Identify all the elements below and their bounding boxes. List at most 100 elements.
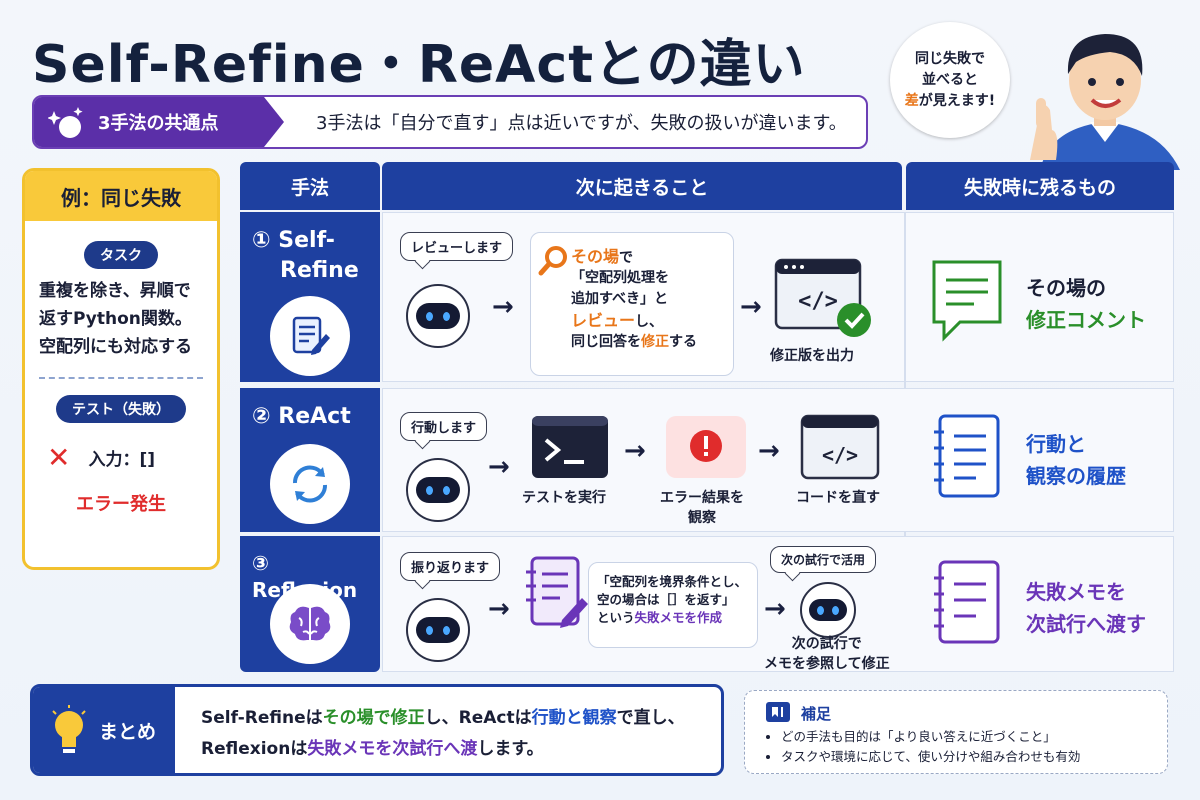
- svg-text:</>: </>: [822, 443, 858, 467]
- speech-reflect: 振り返ります: [400, 552, 501, 581]
- leftover-line: 失敗メモを: [1026, 580, 1126, 604]
- book-icon: [766, 702, 790, 722]
- method-self-refine: ① Self- Refine: [240, 212, 380, 382]
- step-observe: エラー結果を 観察: [660, 488, 744, 529]
- supplement-list: どの手法も目的は「より良い答えに近づくこと」 タスクや環境に応じて、使い分けや組…: [781, 727, 1080, 767]
- example-header: 例：同じ失敗: [25, 171, 217, 221]
- method-name: ② ReAct: [252, 404, 351, 429]
- common-point-bar: 3手法の共通点 3手法は「自分で直す」点は近いですが、失敗の扱いが違います。: [32, 95, 868, 149]
- summary-box: まとめ Self-Refineはその場で修正し、ReActは行動と観察で直し、 …: [30, 684, 724, 776]
- next-line: メモを参照して修正: [764, 656, 890, 673]
- card-highlight: 修正: [641, 334, 669, 351]
- result-caption: 修正版を出力: [770, 348, 854, 364]
- cycle-icon: [270, 444, 350, 524]
- card-line: 追加すべき」と: [571, 290, 669, 307]
- task-pill: タスク: [84, 241, 158, 269]
- header-left: 失敗時に残るもの: [906, 162, 1174, 210]
- memo-card: 「空配列を境界条件とし、 空の場合は［］を返す」 という失敗メモを作成: [588, 562, 758, 648]
- leftover-self-refine: その場の 修正コメント: [1026, 272, 1146, 336]
- memo-highlight: 失敗メモを作成: [634, 610, 723, 626]
- next-line: 次の試行で: [791, 636, 862, 652]
- header-method: 手法: [240, 162, 380, 210]
- divider: [39, 377, 203, 380]
- header-next: 次に起きること: [382, 162, 902, 210]
- memo-pen-icon: [526, 556, 588, 628]
- comparison-table: 手法 次に起きること 失敗時に残るもの ① Self- Refine レビューし…: [240, 162, 1174, 672]
- arrow-icon: →: [488, 594, 510, 624]
- leftover-line: 観察の履歴: [1026, 464, 1126, 488]
- summary-line: Reflexionは失敗メモを次試行へ渡します。: [201, 734, 685, 765]
- method-name-line: ① Self-: [252, 228, 335, 253]
- step-line: エラー結果を: [660, 490, 744, 506]
- svg-text:</>: </>: [798, 289, 838, 314]
- arrow-icon: →: [492, 292, 514, 322]
- summary-segment: Self-Refineは: [201, 708, 323, 728]
- summary-highlight: 失敗メモを次試行へ渡: [307, 738, 478, 759]
- method-name-line: Refine: [280, 257, 359, 283]
- test-pill: テスト（失敗）: [56, 395, 186, 424]
- next-trial-text: 次の試行で メモを参照して修正: [764, 634, 890, 675]
- leftover-line: 次試行へ渡す: [1026, 612, 1146, 636]
- arrow-icon: →: [740, 292, 762, 322]
- comment-icon: [932, 260, 1002, 342]
- leftover-reflexion: 失敗メモを 次試行へ渡す: [1026, 576, 1146, 640]
- brain-icon: [270, 584, 350, 664]
- speech-bubble: 同じ失敗で 並べると 差が見えます!: [890, 22, 1010, 138]
- robot-icon: [406, 284, 470, 348]
- arrow-icon: →: [624, 436, 646, 466]
- summary-text: Self-Refineはその場で修正し、ReActは行動と観察で直し、 Refl…: [201, 703, 685, 764]
- step-run-test: テストを実行: [522, 490, 606, 506]
- bubble-line: 並べると: [922, 71, 978, 88]
- speech-act: 行動します: [400, 412, 488, 441]
- method-reflexion: ③ Reflexion: [240, 536, 380, 672]
- bubble-line: 差が見えます!: [905, 91, 995, 112]
- notebook-icon: [934, 414, 1000, 498]
- bubble-rest: が見えます!: [918, 92, 996, 109]
- card-text: で: [619, 250, 634, 266]
- card-text: する: [669, 334, 697, 351]
- test-input: ✕ 入力：[]: [47, 441, 217, 474]
- summary-highlight: 行動と観察: [531, 708, 617, 728]
- test-input-text: 入力：[]: [88, 450, 156, 471]
- card-line: 「空配列処理を: [571, 270, 669, 287]
- error-text: エラー発生: [76, 494, 166, 516]
- document-pen-icon: [270, 296, 350, 376]
- memo-text: という: [597, 610, 635, 626]
- code-window-icon: </>: [800, 414, 880, 480]
- leftover-highlight: 修正コメント: [1026, 308, 1146, 332]
- task-line: 重複を除き、昇順で: [39, 281, 191, 301]
- supplement-box: 補足 どの手法も目的は「より良い答えに近づくこと」 タスクや環境に応じて、使い分…: [744, 690, 1168, 774]
- page-title: Self-Refine・ReActとの違い: [32, 35, 806, 95]
- step-line: 観察: [688, 510, 716, 527]
- robot-icon: [406, 598, 470, 662]
- memo-card-text: 「空配列を境界条件とし、 空の場合は［］を返す」 という失敗メモを作成: [597, 573, 747, 627]
- card-highlight: レビュー: [571, 310, 636, 330]
- summary-segment: し、ReActは: [424, 708, 532, 728]
- task-line: 空配列にも対応する: [39, 337, 192, 358]
- purple-notebook-icon: [934, 560, 1000, 644]
- terminal-icon: [532, 416, 608, 478]
- speech-review: レビューします: [400, 232, 514, 261]
- speech-next-trial: 次の試行で活用: [770, 546, 877, 573]
- common-point-label-text: 3手法の共通点: [98, 113, 219, 134]
- supplement-item: タスクや環境に応じて、使い分けや組み合わせも有効: [781, 747, 1080, 767]
- person-illustration: [1030, 34, 1180, 170]
- leftover-react: 行動と 観察の履歴: [1026, 428, 1126, 492]
- arrow-icon: →: [764, 594, 786, 624]
- robot-icon: [406, 458, 470, 522]
- task-line: 返すPython関数。: [39, 309, 192, 330]
- review-card: その場で 「空配列処理を 追加すべき」と レビューし、 同じ回答を修正する: [530, 232, 734, 376]
- common-point-text: 3手法は「自分で直す」点は近いですが、失敗の扱いが違います。: [316, 113, 847, 134]
- error-box: [666, 416, 746, 478]
- summary-line: Self-Refineはその場で修正し、ReActは行動と観察で直し、: [201, 703, 685, 734]
- summary-segment: Reflexionは: [201, 738, 308, 759]
- summary-label: まとめ: [33, 687, 175, 773]
- lightbulb-icon: [52, 705, 86, 753]
- memo-line: 空の場合は［］を返す」: [597, 592, 735, 608]
- summary-segment: で直し、: [616, 708, 685, 728]
- supplement-item: どの手法も目的は「より良い答えに近づくこと」: [781, 727, 1080, 747]
- arrow-icon: →: [488, 452, 510, 482]
- summary-segment: します。: [477, 738, 544, 759]
- card-text: 同じ回答を: [571, 334, 641, 351]
- method-name: ① Self- Refine: [252, 226, 359, 285]
